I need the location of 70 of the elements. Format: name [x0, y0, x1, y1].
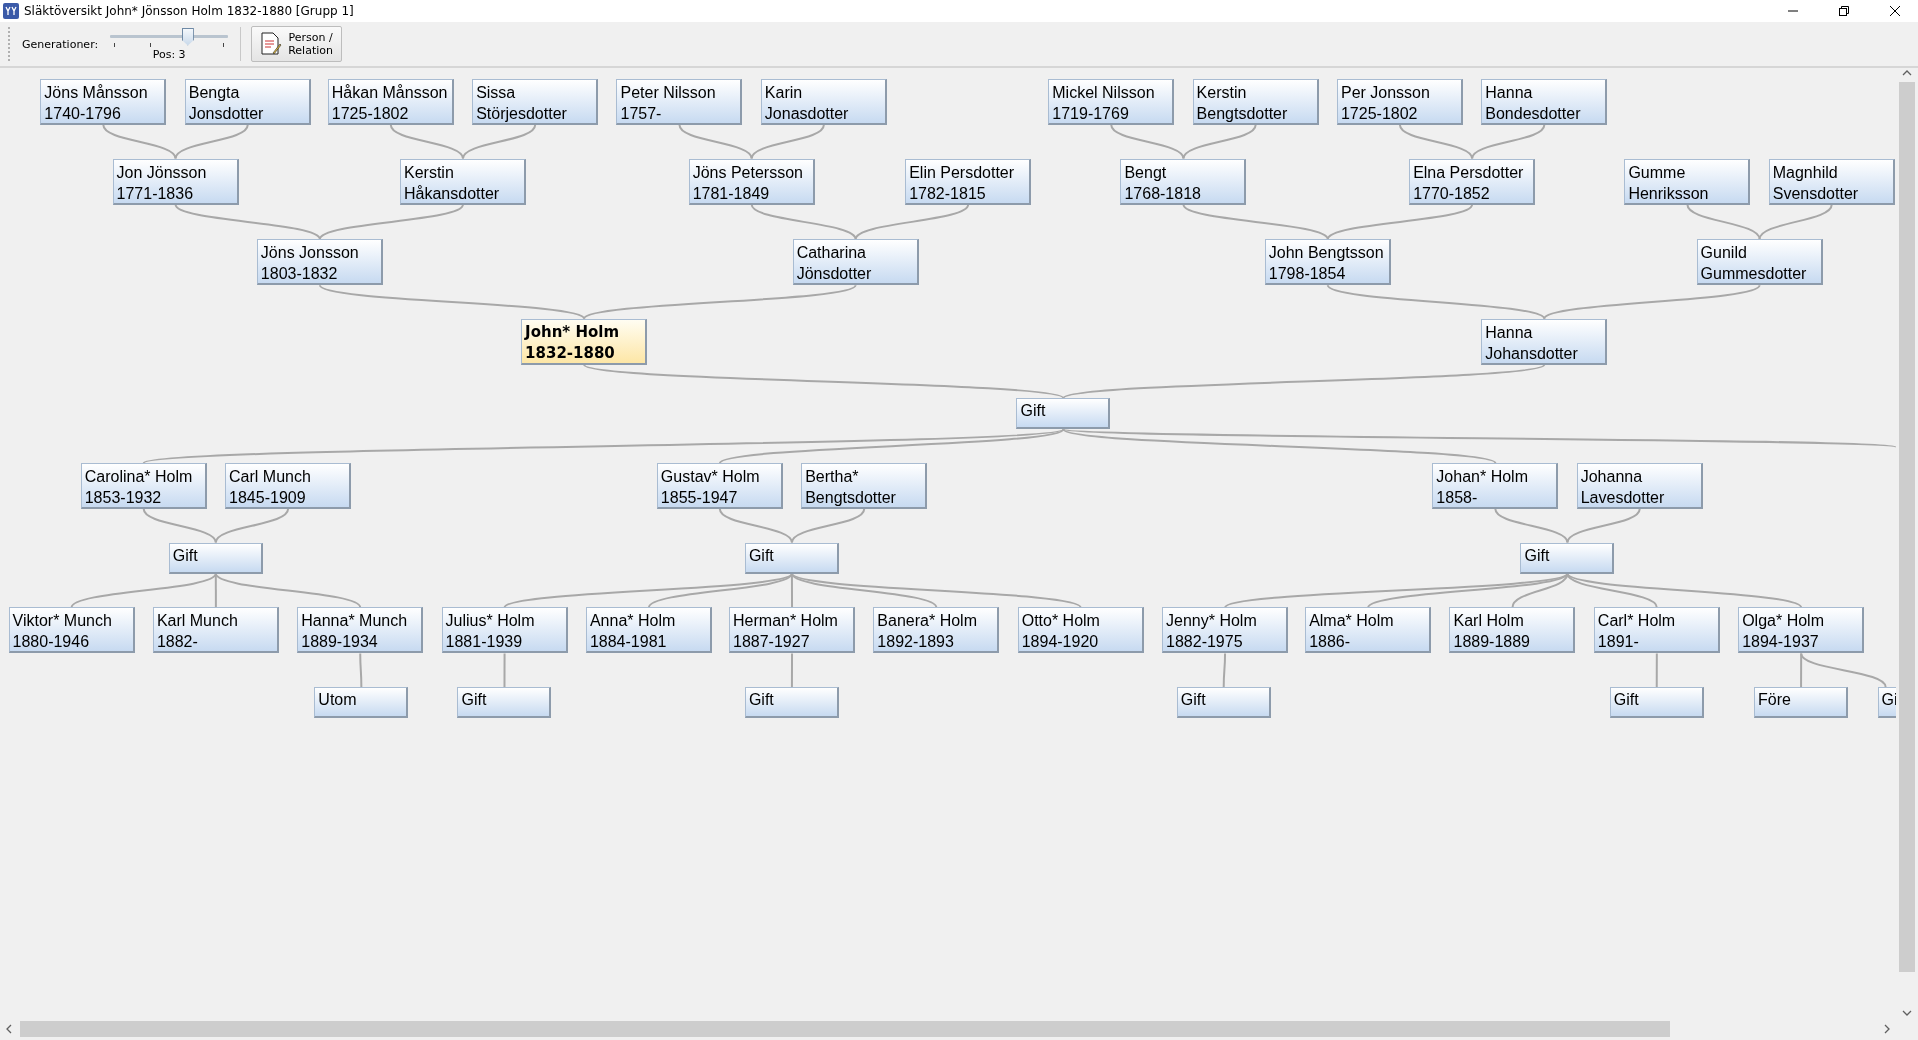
- person-node[interactable]: Peter Nilsson 1757-: [616, 79, 743, 125]
- person-node[interactable]: Kerstin Bengtsdotter: [1192, 79, 1319, 125]
- connector-line: [1655, 652, 1658, 688]
- app-icon: [3, 3, 19, 19]
- person-node[interactable]: Bertha* Bengtsdotter: [801, 463, 928, 510]
- connector-line: [503, 652, 506, 688]
- person-node[interactable]: Carl* Holm 1891-: [1593, 607, 1720, 654]
- relation-node[interactable]: Gift: [1609, 686, 1704, 718]
- person-node[interactable]: Hanna Bondesdotter: [1481, 79, 1608, 125]
- person-node[interactable]: Bengt 1768-1818: [1120, 158, 1247, 205]
- connector-line: [790, 652, 794, 688]
- person-node[interactable]: Elin Persdotter 1782-1815: [905, 158, 1032, 205]
- person-node[interactable]: Gustav* Holm 1855-1947: [656, 463, 783, 510]
- person-node[interactable]: Jöns Petersson 1781-1849: [688, 158, 815, 205]
- person-node[interactable]: Hanna Johansdotter: [1481, 318, 1608, 365]
- relation-node[interactable]: Gift: [744, 542, 839, 574]
- person-node[interactable]: Sissa Störjesdotter: [472, 79, 599, 125]
- person-node[interactable]: Gunild Gummesdotter: [1696, 239, 1823, 286]
- person-node[interactable]: Herman* Holm 1887-1927: [729, 607, 855, 654]
- person-node[interactable]: John Bengtsson 1798-1854: [1264, 239, 1391, 286]
- relation-node[interactable]: Gift: [1520, 542, 1615, 574]
- relation-node[interactable]: Gift: [1176, 686, 1271, 718]
- person-node[interactable]: Karl Holm 1889-1889: [1449, 607, 1576, 654]
- person-node[interactable]: Olga* Holm 1894-1937: [1738, 607, 1865, 654]
- slider-thumb[interactable]: [181, 27, 194, 46]
- person-node[interactable]: Elna Persdotter 1770-1852: [1409, 158, 1536, 205]
- relation-node[interactable]: Gift: [457, 686, 552, 718]
- person-node[interactable]: Johan* Holm 1858-: [1432, 463, 1559, 510]
- slider-reading: Pos: 3: [152, 47, 186, 61]
- person-node[interactable]: Carolina* Holm 1853-1932: [80, 463, 207, 510]
- person-node[interactable]: Alma* Holm 1886-: [1305, 607, 1432, 654]
- generations-slider[interactable]: [110, 27, 229, 46]
- person-node[interactable]: Johanna Lavesdotter: [1576, 463, 1703, 510]
- person-node[interactable]: Karin Jonasdotter: [760, 79, 887, 125]
- person-node[interactable]: Carl Munch 1845-1909: [225, 463, 352, 510]
- person-node[interactable]: Gumme Henriksson: [1624, 158, 1751, 205]
- relation-node[interactable]: Gift: [744, 686, 839, 718]
- person-node[interactable]: Håkan Månsson 1725-1802: [327, 79, 454, 125]
- person-node[interactable]: Karl Munch 1882-: [152, 607, 279, 654]
- person-node[interactable]: Mickel Nilsson 1719-1769: [1048, 79, 1175, 125]
- person-node[interactable]: Magnhild Svensdotter: [1768, 158, 1895, 205]
- person-node[interactable]: Otto* Holm 1894-1920: [1017, 607, 1144, 654]
- relation-node[interactable]: Gift: [1016, 398, 1111, 430]
- person-node[interactable]: Jenny* Holm 1882-1975: [1162, 607, 1289, 654]
- person-node[interactable]: Hanna* Munch 1889-1934: [297, 607, 424, 654]
- person-node[interactable]: Per Jonsson 1725-1802: [1336, 79, 1463, 125]
- slider-label: Generationer:: [22, 37, 99, 51]
- person-node[interactable]: Jon Jönsson 1771-1836: [112, 158, 239, 205]
- connector-line: [1222, 652, 1227, 688]
- window-title: Släktöversikt John* Jönsson Holm 1832-1880 [Grupp 1]: [24, 4, 355, 18]
- relation-node[interactable]: Före: [1754, 686, 1849, 718]
- person-node[interactable]: Banera* Holm 1892-1893: [873, 607, 1000, 654]
- close-icon: [1890, 6, 1900, 16]
- connector-line: [359, 652, 363, 688]
- person-node[interactable]: Julius* Holm 1881-1939: [441, 607, 568, 654]
- person-node[interactable]: Jöns Jonsson 1803-1832: [256, 239, 383, 286]
- vertical-scrollbar[interactable]: [1896, 68, 1918, 1018]
- person-node[interactable]: Jöns Månsson 1740-1796: [40, 79, 167, 125]
- restore-icon: [1839, 6, 1849, 16]
- person-relation-button[interactable]: Person / Relation: [251, 26, 342, 62]
- document-edit-icon: [260, 32, 283, 56]
- person-node[interactable]: Anna* Holm 1884-1981: [585, 607, 712, 654]
- relation-node[interactable]: Gi: [1877, 686, 1896, 718]
- person-node[interactable]: Viktor* Munch 1880-1946: [8, 607, 135, 654]
- person-node[interactable]: Kerstin Håkansdotter: [400, 158, 526, 205]
- person-node[interactable]: Catharina Jönsdotter: [792, 239, 919, 286]
- person-node[interactable]: John* Holm 1832-1880: [521, 318, 648, 365]
- relation-node[interactable]: Utom: [314, 686, 409, 718]
- relation-node[interactable]: Gift: [168, 542, 263, 574]
- person-node[interactable]: Bengta Jonsdotter: [184, 79, 311, 125]
